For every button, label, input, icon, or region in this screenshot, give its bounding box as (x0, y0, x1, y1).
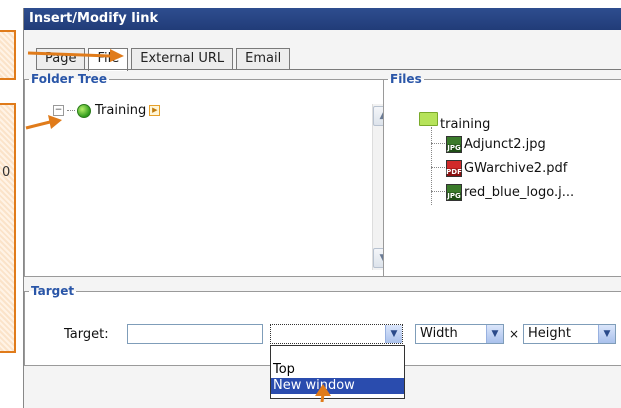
pdf-file-icon: PDF (446, 160, 462, 177)
jpg-file-icon: JPG (446, 136, 462, 153)
files-tree-line (431, 127, 432, 205)
expand-arrow-icon[interactable]: ▶ (149, 105, 161, 116)
tree-node-training[interactable]: − Training ▶ (53, 103, 161, 118)
file-item[interactable]: PDF GWarchive2.pdf (446, 160, 567, 177)
option-new-window[interactable]: New window (271, 378, 404, 394)
folder-icon (419, 111, 438, 126)
globe-icon (77, 103, 91, 118)
file-item[interactable]: JPG red_blue_logo.j... (446, 184, 574, 201)
annotation-box-top (0, 30, 16, 80)
chevron-down-icon[interactable]: ▼ (598, 325, 615, 343)
width-select[interactable]: Width ▼ (415, 324, 504, 344)
files-tree-branch (431, 167, 445, 168)
target-input[interactable] (127, 324, 263, 344)
pointer-arrow-icon (25, 115, 62, 130)
height-select[interactable]: Height ▼ (523, 324, 616, 344)
target-legend: Target (31, 284, 75, 298)
files-folder-label: training (440, 117, 491, 132)
target-select[interactable]: ▼ (270, 324, 403, 344)
tab-external-url[interactable]: External URL (131, 48, 234, 69)
option-top[interactable]: Top (271, 362, 404, 378)
pointer-arrow-icon (27, 49, 124, 62)
files-tree-branch (431, 143, 445, 144)
tab-underline (36, 69, 621, 70)
dialog-title: Insert/Modify link (24, 8, 621, 30)
files-legend: Files (390, 72, 422, 86)
file-name: GWarchive2.pdf (464, 161, 568, 176)
file-name: Adjunct2.jpg (464, 137, 546, 152)
tab-email[interactable]: Email (236, 48, 291, 69)
file-name: red_blue_logo.j... (464, 185, 575, 200)
folder-tree-legend: Folder Tree (31, 72, 107, 86)
chevron-down-icon[interactable]: ▼ (385, 325, 402, 343)
height-select-value: Height (528, 326, 571, 341)
target-label: Target: (64, 327, 109, 342)
annotation-box-bottom (0, 103, 16, 353)
file-item[interactable]: JPG Adjunct2.jpg (446, 136, 546, 153)
times-symbol: × (509, 327, 520, 341)
pointer-arrow-icon (315, 384, 331, 402)
jpg-file-icon: JPG (446, 184, 462, 201)
annotation-text: 0 (2, 165, 11, 180)
width-select-value: Width (420, 326, 458, 341)
tree-node-label: Training (95, 103, 147, 118)
files-folder-training[interactable]: training (419, 111, 490, 132)
files-tree-branch (431, 191, 445, 192)
chevron-down-icon[interactable]: ▼ (486, 325, 503, 343)
tree-connector (67, 110, 75, 111)
target-dropdown-list: Top New window (270, 345, 405, 399)
